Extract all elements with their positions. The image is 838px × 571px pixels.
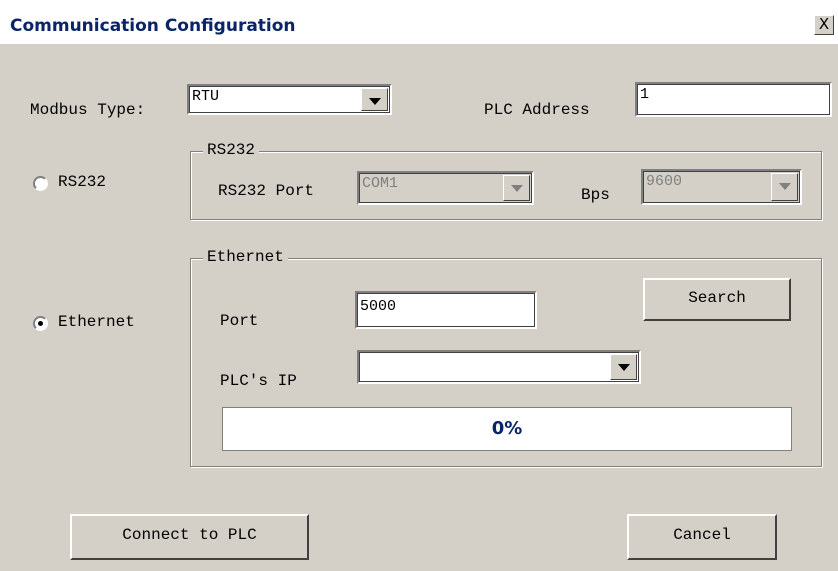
progress-percent-text: 0% bbox=[491, 418, 523, 439]
rs232-radio[interactable] bbox=[33, 176, 48, 191]
rs232-port-label: RS232 Port bbox=[218, 182, 315, 200]
plc-address-input[interactable]: 1 bbox=[635, 82, 832, 117]
search-progress-bar: 0% bbox=[222, 407, 792, 451]
title-bar: Communication Configuration X bbox=[0, 0, 838, 44]
close-button[interactable]: X bbox=[814, 15, 834, 35]
connect-button-label: Connect to PLC bbox=[122, 526, 257, 544]
ethernet-port-value: 5000 bbox=[360, 298, 397, 315]
rs232-radio-label: RS232 bbox=[58, 173, 107, 191]
rs232-port-dropdown[interactable]: COM1 bbox=[357, 171, 534, 205]
search-button[interactable]: Search bbox=[643, 278, 791, 321]
ethernet-port-input[interactable]: 5000 bbox=[355, 291, 537, 329]
chevron-down-icon[interactable] bbox=[361, 88, 388, 111]
connect-to-plc-button[interactable]: Connect to PLC bbox=[70, 514, 309, 560]
bps-value: 9600 bbox=[646, 173, 683, 190]
cancel-button[interactable]: Cancel bbox=[627, 514, 777, 560]
bps-label: Bps bbox=[581, 186, 610, 204]
ethernet-radio-label: Ethernet bbox=[58, 313, 135, 331]
cancel-button-label: Cancel bbox=[673, 526, 731, 544]
chevron-down-icon[interactable] bbox=[771, 173, 798, 201]
ethernet-radio[interactable] bbox=[33, 316, 48, 331]
modbus-type-label: Modbus Type: bbox=[30, 101, 146, 119]
search-button-label: Search bbox=[688, 289, 746, 307]
rs232-group-title: RS232 bbox=[203, 141, 260, 159]
plc-address-value: 1 bbox=[640, 86, 650, 103]
ethernet-port-label: Port bbox=[220, 312, 259, 330]
modbus-type-dropdown[interactable]: RTU bbox=[187, 84, 392, 115]
bps-dropdown[interactable]: 9600 bbox=[641, 169, 802, 205]
window-title: Communication Configuration bbox=[10, 16, 296, 36]
plc-ip-dropdown[interactable] bbox=[357, 350, 641, 384]
chevron-down-icon[interactable] bbox=[503, 175, 530, 201]
ethernet-group-title: Ethernet bbox=[203, 248, 288, 266]
chevron-down-icon[interactable] bbox=[610, 354, 637, 380]
plc-ip-label: PLC's IP bbox=[220, 372, 297, 390]
rs232-port-value: COM1 bbox=[362, 175, 399, 192]
modbus-type-value: RTU bbox=[192, 88, 220, 105]
plc-address-label: PLC Address bbox=[484, 101, 590, 119]
communication-config-dialog: Communication Configuration X Modbus Typ… bbox=[0, 0, 838, 571]
